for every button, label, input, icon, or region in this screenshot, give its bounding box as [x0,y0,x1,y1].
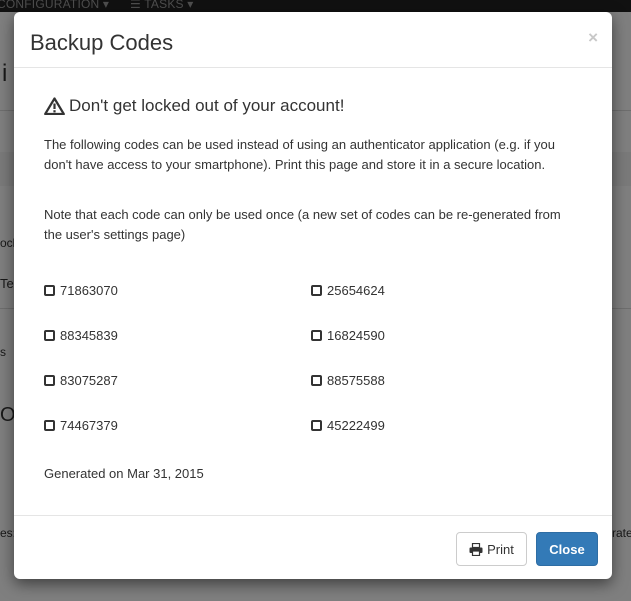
backup-code-item: 25654624 [311,283,385,298]
checkbox-icon[interactable] [44,420,55,431]
modal-header: Backup Codes × [14,12,612,68]
warning-heading-text: Don't get locked out of your account! [69,96,345,115]
checkbox-icon[interactable] [44,330,55,341]
printer-icon [469,542,483,556]
modal-footer: Print Close [14,515,612,579]
backup-code-item: 16824590 [311,328,385,343]
backup-code: 88575588 [327,373,385,388]
checkbox-icon[interactable] [44,285,55,296]
backup-codes-modal: Backup Codes × Don't get locked out of y… [14,12,612,579]
backup-code: 74467379 [60,418,118,433]
backup-code: 25654624 [327,283,385,298]
checkbox-icon[interactable] [311,420,322,431]
backup-code: 88345839 [60,328,118,343]
modal-title: Backup Codes [30,30,174,55]
intro-paragraph: The following codes can be used instead … [44,137,555,172]
warning-heading: Don't get locked out of your account! [44,95,344,117]
close-button[interactable]: Close [536,532,598,566]
backup-code-item: 88575588 [311,373,385,388]
backup-code-item: 45222499 [311,418,385,433]
warning-triangle-icon [44,97,65,115]
backup-code: 16824590 [327,328,385,343]
checkbox-icon[interactable] [311,330,322,341]
backup-code: 71863070 [60,283,118,298]
note-paragraph: Note that each code can only be used onc… [44,207,561,242]
close-button-label: Close [549,541,585,557]
print-button-label: Print [487,541,514,557]
backup-code-item: 74467379 [44,418,118,433]
backup-code-item: 71863070 [44,283,118,298]
backup-code-item: 83075287 [44,373,118,388]
backup-code: 45222499 [327,418,385,433]
generated-date: Generated on Mar 31, 2015 [44,466,204,481]
checkbox-icon[interactable] [311,375,322,386]
backup-code-item: 88345839 [44,328,118,343]
print-button[interactable]: Print [456,532,527,566]
backup-code: 83075287 [60,373,118,388]
checkbox-icon[interactable] [311,285,322,296]
checkbox-icon[interactable] [44,375,55,386]
close-icon[interactable]: × [588,29,598,46]
